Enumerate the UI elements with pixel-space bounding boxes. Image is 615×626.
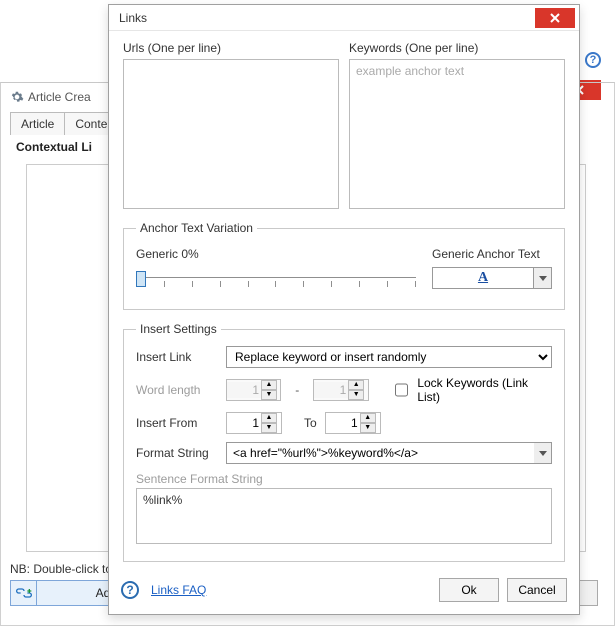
help-icon[interactable]: ? <box>121 581 139 599</box>
format-string-dropdown[interactable] <box>534 442 552 464</box>
generic-anchor-text-dropdown[interactable] <box>534 267 552 289</box>
dash-label: - <box>289 383 305 397</box>
close-icon <box>550 13 560 23</box>
add-link-icon <box>16 587 32 599</box>
dialog-close-button[interactable] <box>535 8 575 28</box>
insert-link-select[interactable]: Replace keyword or insert randomly <box>226 346 552 368</box>
dialog-title: Links <box>109 11 147 25</box>
word-length-label: Word length <box>136 383 216 397</box>
help-icon[interactable]: ? <box>585 52 601 68</box>
format-string-input[interactable]: <a href="%url%">%keyword%</a> <box>226 442 534 464</box>
format-string-label: Format String <box>136 446 216 460</box>
generic-percent-label: Generic 0% <box>136 247 416 261</box>
insert-link-label: Insert Link <box>136 350 216 364</box>
to-label: To <box>304 416 317 430</box>
links-dialog: Links Urls (One per line) Keywords (One … <box>108 4 580 615</box>
insert-from-label: Insert From <box>136 416 216 430</box>
sentence-format-label: Sentence Format String <box>136 472 552 486</box>
spin-up[interactable]: ▲ <box>360 413 376 423</box>
keywords-label: Keywords (One per line) <box>349 41 565 55</box>
spin-down: ▼ <box>348 390 364 400</box>
insert-settings-group: Insert Settings Insert Link Replace keyw… <box>123 322 565 562</box>
spin-up: ▲ <box>348 380 364 390</box>
lock-keywords-checkbox[interactable] <box>395 383 409 397</box>
word-length-from: ▲▼ <box>226 379 281 401</box>
urls-label: Urls (One per line) <box>123 41 339 55</box>
ok-button[interactable]: Ok <box>439 578 499 602</box>
generic-anchor-text-sample: A <box>432 267 534 289</box>
keywords-textarea[interactable] <box>349 59 565 209</box>
insert-settings-legend: Insert Settings <box>136 322 221 336</box>
sentence-format-textarea[interactable] <box>136 488 552 544</box>
lock-keywords-label: Lock Keywords (Link List) <box>417 376 552 404</box>
tab-strip: Article Conte <box>10 112 118 135</box>
spin-up: ▲ <box>261 380 277 390</box>
generic-slider[interactable] <box>136 267 416 295</box>
spin-down[interactable]: ▼ <box>261 423 277 433</box>
word-length-to: ▲▼ <box>313 379 368 401</box>
urls-textarea[interactable] <box>123 59 339 209</box>
spin-down[interactable]: ▼ <box>360 423 376 433</box>
spin-down: ▼ <box>261 390 277 400</box>
links-faq-link[interactable]: Links FAQ <box>151 583 206 597</box>
tab-article[interactable]: Article <box>10 112 65 135</box>
spin-up[interactable]: ▲ <box>261 413 277 423</box>
cancel-button[interactable]: Cancel <box>507 578 567 602</box>
insert-from-field[interactable]: ▲▼ <box>226 412 282 434</box>
insert-to-field[interactable]: ▲▼ <box>325 412 381 434</box>
anchor-variation-legend: Anchor Text Variation <box>136 221 257 235</box>
generic-anchor-text-label: Generic Anchor Text <box>432 247 552 261</box>
anchor-variation-group: Anchor Text Variation Generic 0% Generic… <box>123 221 565 310</box>
active-tab-caption: Contextual Li <box>16 140 92 154</box>
slider-thumb[interactable] <box>136 271 146 287</box>
